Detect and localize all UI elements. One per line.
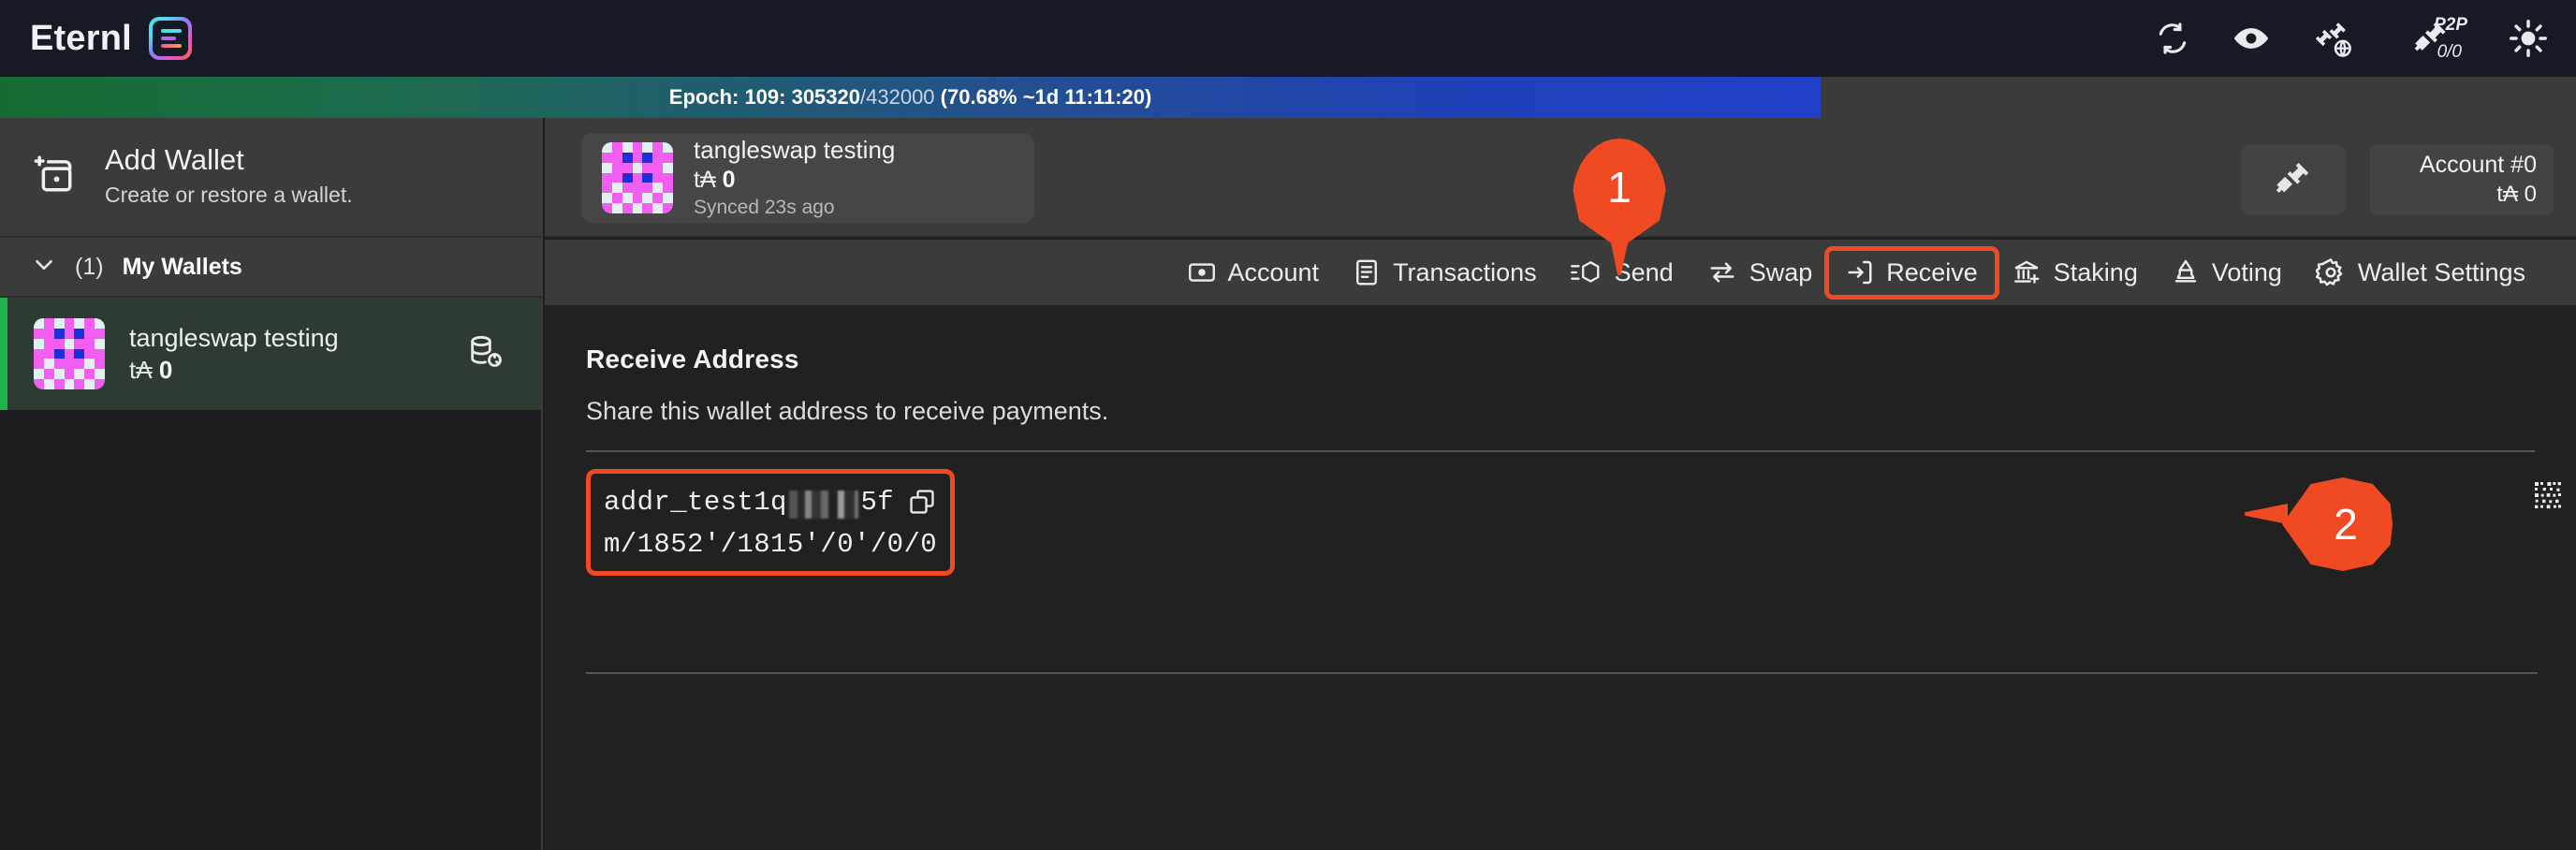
sidebar: Add Wallet Create or restore a wallet. (… (0, 118, 543, 850)
account-balance: t₳ 0 (2496, 181, 2537, 207)
address-redacted-region (788, 490, 859, 519)
sidebar-wallet-balance: t₳ 0 (129, 355, 339, 387)
add-wallet-button[interactable]: Add Wallet Create or restore a wallet. (0, 118, 541, 238)
share-button[interactable]: Share (2533, 480, 2576, 517)
tab-label: Receive (1886, 257, 1978, 286)
brand-name: Eternl (30, 18, 132, 58)
wallet-card-name: tangleswap testing (694, 136, 896, 165)
wallet-card-balance: t₳ 0 (694, 166, 895, 195)
eternl-e-logo-icon (148, 17, 192, 60)
swap-arrows-icon (1707, 258, 1737, 286)
account-selector-button[interactable]: Account #0 t₳ 0 (2370, 144, 2554, 215)
top-bar: Eternl P2P 0/0 (0, 0, 2576, 77)
receive-panel: Receive Address Share this wallet addres… (545, 305, 2576, 850)
my-wallets-label: My Wallets (122, 253, 242, 280)
p2p-count: 0/0 (2437, 42, 2462, 62)
receive-address-box[interactable]: addr_test1q 5f m/1852'/1815'/0'/0/0 (586, 469, 956, 576)
connector-globe-icon[interactable] (2312, 18, 2353, 59)
derivation-path: m/1852'/1815'/0'/0/0 (604, 529, 938, 560)
gear-icon (2315, 257, 2346, 287)
tab-send[interactable]: Send (1554, 251, 1690, 295)
tab-label: Voting (2211, 257, 2282, 286)
epoch-suffix: (70.68% ~1d 11:11:20) (940, 85, 1152, 109)
tab-label: Account (1227, 257, 1320, 286)
account-card-icon (1188, 258, 1216, 286)
my-wallets-count: (1) (75, 253, 104, 280)
wallet-identicon (602, 142, 673, 213)
sync-icon[interactable] (2155, 21, 2190, 56)
add-wallet-icon (34, 154, 77, 201)
chevron-down-icon[interactable] (32, 253, 56, 282)
receive-address-line: addr_test1q 5f (604, 483, 937, 521)
wallet-card-balance-symbol: t₳ (694, 166, 716, 193)
wallet-nav-tabs: Account Transactions Send Swap Receive Stakin… (545, 240, 2576, 305)
sidebar-wallet-balance-symbol: t₳ (129, 355, 153, 384)
tab-label: Transactions (1393, 257, 1537, 286)
tab-label: Staking (2053, 257, 2138, 286)
wallet-identicon (34, 318, 105, 389)
wallet-card-balance-value: 0 (722, 166, 736, 193)
tab-label: Wallet Settings (2357, 257, 2525, 286)
brand-logo-group[interactable]: Eternl (30, 17, 192, 60)
page-title: Receive Address (586, 344, 799, 374)
page-subtitle: Share this wallet address to receive pay… (586, 397, 1109, 425)
address-prefix: addr_test1q (604, 487, 787, 518)
tab-staking[interactable]: Staking (1995, 251, 2155, 295)
qr-code-icon (2533, 480, 2563, 517)
plug-icon (2276, 162, 2309, 193)
tab-transactions[interactable]: Transactions (1336, 251, 1554, 295)
tab-wallet-settings[interactable]: Wallet Settings (2299, 250, 2542, 295)
ballot-stamp-icon (2172, 258, 2200, 286)
account-label: Account #0 (2419, 152, 2537, 179)
tab-account[interactable]: Account (1171, 251, 1337, 295)
sidebar-wallet-name: tangleswap testing (129, 323, 339, 352)
wallet-header-strip: tangleswap testing t₳ 0 Synced 23s ago A… (545, 118, 2576, 238)
p2p-label: P2P (2434, 15, 2467, 35)
top-bar-icon-group: P2P 0/0 (2155, 15, 2548, 62)
sidebar-wallet-balance-value: 0 (158, 355, 173, 384)
epoch-prefix: Epoch: 109: 305320 (668, 85, 861, 109)
current-wallet-card[interactable]: tangleswap testing t₳ 0 Synced 23s ago (581, 133, 1034, 223)
database-sync-icon[interactable] (466, 333, 504, 375)
sidebar-wallet-item[interactable]: tangleswap testing t₳ 0 (0, 298, 541, 410)
copy-icon[interactable] (907, 487, 937, 525)
add-wallet-subtitle: Create or restore a wallet. (105, 183, 353, 208)
document-list-icon (1353, 258, 1381, 286)
eye-icon[interactable] (2232, 19, 2271, 58)
receive-arrow-icon (1846, 258, 1874, 286)
tab-label: Swap (1749, 257, 1813, 286)
divider-bottom (586, 672, 2538, 674)
add-wallet-title: Add Wallet (105, 143, 244, 177)
tab-voting[interactable]: Voting (2155, 251, 2299, 295)
tab-label: Send (1614, 257, 1674, 286)
tab-receive[interactable]: Receive (1824, 245, 1999, 300)
theme-toggle-sun-icon[interactable] (2509, 19, 2548, 58)
send-cube-icon (1570, 258, 1603, 286)
epoch-total: /432000 (860, 85, 935, 109)
address-suffix: 5f (860, 487, 895, 518)
connector-plug-button[interactable] (2241, 144, 2346, 215)
epoch-progress-track: Epoch: 109: 305320/432000 (70.68% ~1d 11… (0, 77, 2576, 118)
epoch-progress-label: Epoch: 109: 305320/432000 (70.68% ~1d 11… (0, 77, 1821, 118)
my-wallets-section-header[interactable]: (1) My Wallets (0, 238, 541, 298)
p2p-icon[interactable]: P2P 0/0 (2394, 15, 2467, 62)
wallet-card-sync-status: Synced 23s ago (694, 197, 835, 219)
tab-swap[interactable]: Swap (1690, 251, 1830, 295)
bank-plus-icon (2012, 258, 2042, 286)
